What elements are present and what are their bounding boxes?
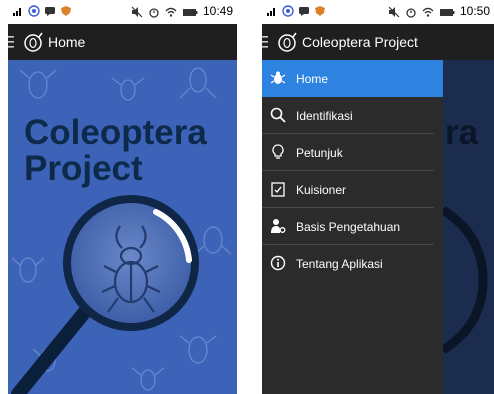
page-title: Coleoptera Project [302, 34, 418, 50]
splash-title-line2: Project [24, 149, 143, 188]
status-bar: 10:50 [262, 0, 494, 24]
phone-screen-drawer: 10:50 Coleoptera Project ra Home Identif… [262, 0, 494, 394]
splash-banner: Coleoptera Project [8, 60, 237, 394]
signal-icon [13, 8, 21, 16]
wifi-icon [165, 7, 177, 17]
mute-icon [131, 6, 143, 17]
battery-icon [439, 8, 455, 16]
search-icon [270, 107, 286, 123]
menu-icon[interactable] [262, 35, 270, 49]
drawer-item-home[interactable]: Home [262, 60, 443, 97]
person-gear-icon [271, 219, 286, 233]
dimmed-splash: ra [440, 60, 494, 394]
dimmed-content[interactable]: ra [440, 60, 494, 394]
dimmed-title-fragment: ra [445, 113, 479, 152]
mute-icon [388, 6, 400, 17]
menu-icon[interactable] [8, 35, 16, 49]
drawer-item-petunjuk[interactable]: Petunjuk [262, 134, 434, 171]
app-bar: Home [8, 24, 237, 60]
messenger-icon [28, 5, 40, 17]
splash-illustration: Coleoptera Project [8, 60, 237, 394]
lightbulb-icon [272, 144, 284, 159]
wifi-icon [422, 7, 434, 17]
beetle-icon [270, 71, 286, 84]
page-title: Home [48, 34, 86, 50]
messenger-icon [282, 5, 294, 17]
chat-icon [299, 7, 309, 16]
info-icon [270, 255, 286, 271]
drawer-item-tentang-aplikasi[interactable]: Tentang Aplikasi [262, 245, 434, 282]
splash-title-line1: Coleoptera [24, 113, 207, 152]
drawer-item-basis-pengetahuan[interactable]: Basis Pengetahuan [262, 208, 434, 245]
app-bar: Coleoptera Project [262, 24, 494, 60]
clipboard-check-icon [271, 182, 285, 197]
alarm-icon [149, 7, 159, 18]
drawer-item-label: Tentang Aplikasi [296, 257, 383, 271]
shield-icon [315, 6, 325, 16]
status-time: 10:50 [459, 4, 490, 18]
drawer-item-label: Identifikasi [296, 109, 353, 123]
drawer-item-label: Petunjuk [296, 146, 343, 160]
drawer-item-label: Basis Pengetahuan [296, 220, 401, 234]
drawer-item-label: Kuisioner [296, 183, 347, 197]
drawer-item-identifikasi[interactable]: Identifikasi [262, 97, 434, 134]
navigation-drawer: Home Identifikasi Petunjuk Kuisioner Bas… [262, 60, 443, 394]
status-time: 10:49 [202, 4, 233, 18]
battery-icon [182, 8, 198, 16]
chat-icon [45, 7, 55, 16]
shield-icon [61, 6, 71, 16]
drawer-item-label: Home [296, 72, 329, 86]
app-logo-icon[interactable] [276, 31, 298, 53]
status-bar: 10:49 [8, 0, 237, 24]
drawer-item-kuisioner[interactable]: Kuisioner [262, 171, 434, 208]
alarm-icon [406, 7, 416, 18]
signal-icon [267, 8, 275, 16]
app-logo-icon[interactable] [22, 31, 44, 53]
phone-screen-home: 10:49 Home Coleoptera Project [8, 0, 237, 394]
